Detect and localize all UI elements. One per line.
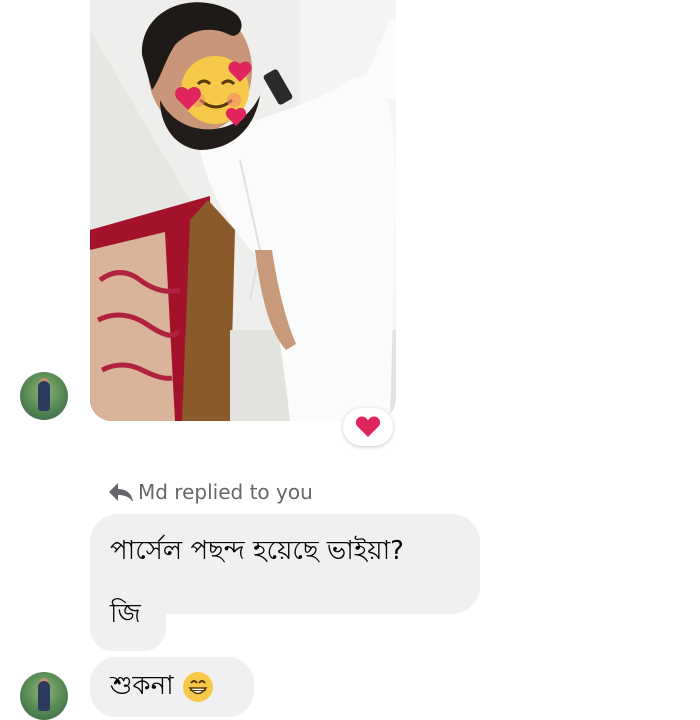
reply-context-label: Md replied to you <box>138 480 313 504</box>
reply-context: Md replied to you <box>108 480 313 504</box>
heart-icon <box>355 416 381 437</box>
message-text: শুকনা <box>110 671 174 701</box>
photo-scene <box>90 0 396 421</box>
message-text: পার্সেল পছন্দ হয়েছে ভাইয়া? <box>110 536 404 566</box>
reaction-badge[interactable] <box>343 408 393 446</box>
grinning-face-icon <box>182 672 213 702</box>
photo-message[interactable] <box>90 0 396 421</box>
sender-avatar[interactable] <box>20 372 68 420</box>
avatar-figure <box>38 681 50 711</box>
avatar-figure <box>38 381 50 411</box>
message-bubble[interactable]: শুকনা <box>90 657 254 717</box>
message-text: জি <box>110 599 141 629</box>
sender-avatar[interactable] <box>20 672 68 720</box>
message-bubble[interactable]: জি <box>90 583 166 651</box>
reply-arrow-icon <box>109 483 133 502</box>
